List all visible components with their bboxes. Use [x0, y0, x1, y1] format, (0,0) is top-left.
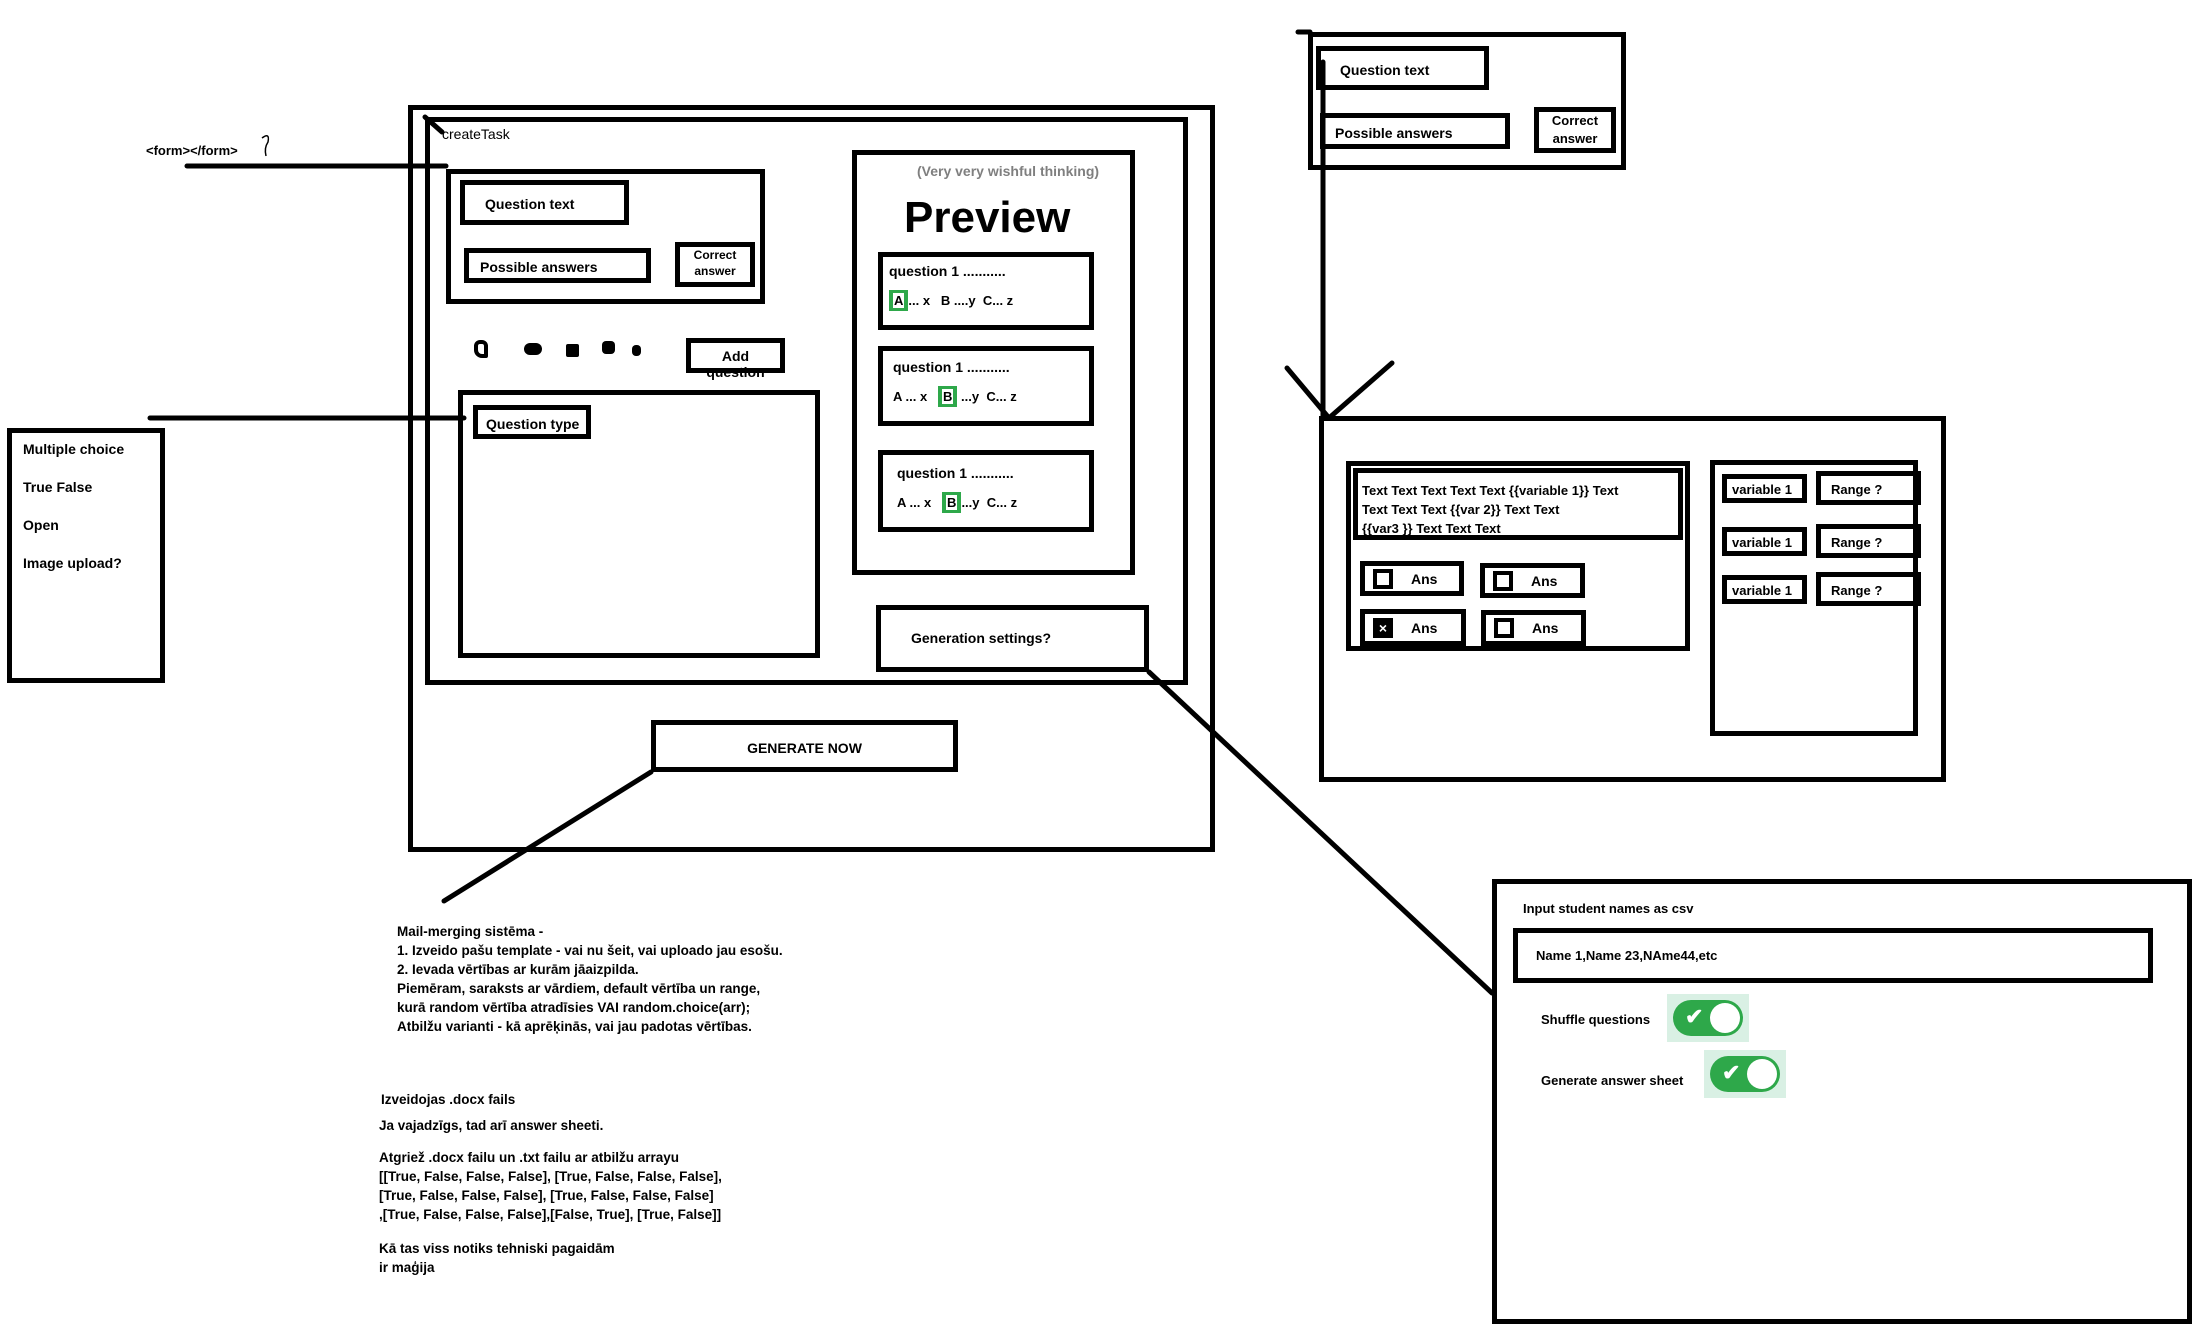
- question-type-list: Multiple choice True False Open Image up…: [7, 428, 165, 683]
- answer-label: Ans: [1411, 570, 1438, 587]
- form-note: <form></form>: [146, 143, 238, 158]
- mail-merge-notes: Mail-merging sistēma - 1. Izveido pašu t…: [397, 922, 783, 1036]
- question-type-label: Question type: [486, 416, 580, 432]
- generation-settings-label: Generation settings?: [911, 630, 1052, 646]
- csv-input[interactable]: Name 1,Name 23,NAme44,etc: [1513, 928, 2153, 983]
- generate-now-label: GENERATE NOW: [747, 740, 862, 756]
- shuffle-label: Shuffle questions: [1541, 1012, 1651, 1027]
- answer-sheet-label: Generate answer sheet: [1541, 1073, 1684, 1088]
- preview-card: question 1 ........... A ... x B ...y C..…: [878, 450, 1094, 532]
- correct-option-highlight: B: [942, 492, 962, 513]
- preview-title: Preview: [904, 193, 1071, 242]
- note-line: [[True, False, False, False], [True, Fal…: [379, 1169, 722, 1184]
- variable-range[interactable]: Range ?: [1816, 572, 1921, 606]
- variable-name[interactable]: variable 1: [1722, 527, 1807, 556]
- checkbox-icon[interactable]: [1494, 618, 1514, 638]
- variable-range[interactable]: Range ?: [1816, 524, 1921, 558]
- tool-icon-5[interactable]: [632, 345, 641, 356]
- create-task-title: createTask: [442, 126, 510, 142]
- type-true-false[interactable]: True False: [23, 479, 92, 495]
- type-multiple-choice[interactable]: Multiple choice: [23, 441, 124, 457]
- answer-label: Ans: [1411, 619, 1438, 636]
- tool-icon-1[interactable]: [474, 340, 488, 358]
- csv-label: Input student names as csv: [1523, 901, 1694, 916]
- add-question-button[interactable]: Add question: [686, 338, 785, 380]
- correct-answer-input[interactable]: Correct answer: [1534, 107, 1616, 153]
- question-text-input[interactable]: Question text: [1316, 46, 1489, 90]
- checkbox-icon[interactable]: [1373, 568, 1393, 589]
- preview-options: A... x B ....y C... z: [889, 290, 1089, 311]
- correct-label-2: answer: [1552, 131, 1598, 146]
- type-open[interactable]: Open: [23, 517, 59, 533]
- preview-options: A ... x B ...y C... z: [893, 386, 1089, 407]
- note-line: 1. Izveido pašu template - vai nu šeit, …: [397, 943, 783, 958]
- variable-range[interactable]: Range ?: [1816, 471, 1921, 505]
- answer-option[interactable]: Ans: [1360, 561, 1464, 596]
- answer-label: Ans: [1532, 620, 1559, 636]
- preview-question: question 1 ...........: [889, 263, 1006, 279]
- answer-option[interactable]: × Ans: [1360, 609, 1466, 646]
- tool-icon-3[interactable]: [566, 344, 579, 357]
- correct-label-1: Correct: [693, 248, 737, 262]
- question-text-label: Question text: [485, 196, 575, 212]
- preview-question: question 1 ...........: [893, 359, 1010, 375]
- docx-note: Izveidojas .docx fails: [381, 1092, 516, 1107]
- note-line: Mail-merging sistēma -: [397, 924, 544, 939]
- type-image-upload[interactable]: Image upload?: [23, 555, 122, 571]
- template-text-input[interactable]: Text Text Text Text Text {{variable 1}} …: [1353, 468, 1683, 540]
- correct-label-1: Correct: [1551, 113, 1599, 128]
- preview-question: question 1 ...........: [897, 465, 1014, 481]
- possible-answers-label: Possible answers: [1335, 125, 1453, 141]
- check-icon: ✔: [1722, 1060, 1741, 1085]
- template-line: Text Text Text Text Text {{variable 1}} …: [1362, 483, 1619, 498]
- correct-answer-input[interactable]: Correct answer: [675, 242, 755, 287]
- answer-sheet-note: Ja vajadzīgs, tad arī answer sheeti.: [379, 1118, 604, 1133]
- variable-name[interactable]: variable 1: [1722, 575, 1807, 604]
- note-line: kurā random vērtība atradīsies VAI rando…: [397, 1000, 751, 1015]
- preview-card: question 1 ........... A ... x B ...y C.…: [878, 346, 1094, 426]
- shuffle-toggle[interactable]: ✔: [1667, 994, 1749, 1042]
- answer-label: Ans: [1531, 572, 1558, 589]
- check-icon: ✔: [1685, 1004, 1704, 1029]
- note-line: Atbilžu varianti - kā aprēķinās, vai jau…: [397, 1019, 752, 1034]
- template-line: {{var3 }} Text Text Text: [1362, 521, 1501, 536]
- possible-answers-label: Possible answers: [480, 259, 598, 275]
- magic-note: Kā tas viss notiks tehniski pagaidām ir …: [379, 1239, 615, 1277]
- generate-now-button[interactable]: GENERATE NOW: [651, 720, 958, 772]
- note-line: Piemēram, saraksts ar vārdiem, default v…: [397, 981, 761, 996]
- generation-settings-button[interactable]: Generation settings?: [876, 605, 1149, 672]
- preview-card: question 1 ........... A... x B ....y C.…: [878, 252, 1094, 330]
- note-line: [True, False, False, False], [True, Fals…: [379, 1188, 714, 1203]
- question-text-input[interactable]: Question text: [460, 180, 629, 225]
- note-line: Kā tas viss notiks tehniski pagaidām: [379, 1241, 615, 1256]
- note-line: 2. Ievada vērtības ar kurām jāaizpilda.: [397, 962, 639, 977]
- preview-note: (Very very wishful thinking): [917, 163, 1100, 179]
- tool-icon-2[interactable]: [524, 343, 542, 355]
- question-text-label: Question text: [1340, 62, 1430, 78]
- tool-icon-4[interactable]: [602, 341, 615, 354]
- note-line: ir maģija: [379, 1260, 435, 1275]
- csv-value: Name 1,Name 23,NAme44,etc: [1536, 948, 1718, 963]
- note-line: Atgriež .docx failu un .txt failu ar atb…: [379, 1150, 680, 1165]
- preview-options: A ... x B ...y C... z: [897, 492, 1089, 513]
- note-line: ,[True, False, False, False],[False, Tru…: [379, 1207, 722, 1222]
- correct-option-highlight: B: [938, 386, 958, 407]
- correct-label-2: answer: [694, 264, 736, 278]
- question-type-select[interactable]: Question type: [473, 405, 591, 439]
- add-question-label: Add question: [706, 348, 765, 380]
- returns-note: Atgriež .docx failu un .txt failu ar atb…: [379, 1148, 722, 1224]
- answer-option[interactable]: Ans: [1481, 610, 1586, 646]
- template-line: Text Text Text {{var 2}} Text Text: [1362, 502, 1560, 517]
- checkbox-icon[interactable]: [1493, 570, 1513, 591]
- possible-answers-input[interactable]: Possible answers: [1320, 113, 1510, 149]
- possible-answers-input[interactable]: Possible answers: [464, 248, 651, 283]
- correct-option-highlight: A: [889, 290, 909, 311]
- answer-sheet-toggle[interactable]: ✔: [1704, 1050, 1786, 1098]
- variable-name[interactable]: variable 1: [1722, 474, 1807, 503]
- checkbox-checked-icon[interactable]: ×: [1373, 617, 1393, 638]
- answer-option[interactable]: Ans: [1480, 563, 1585, 598]
